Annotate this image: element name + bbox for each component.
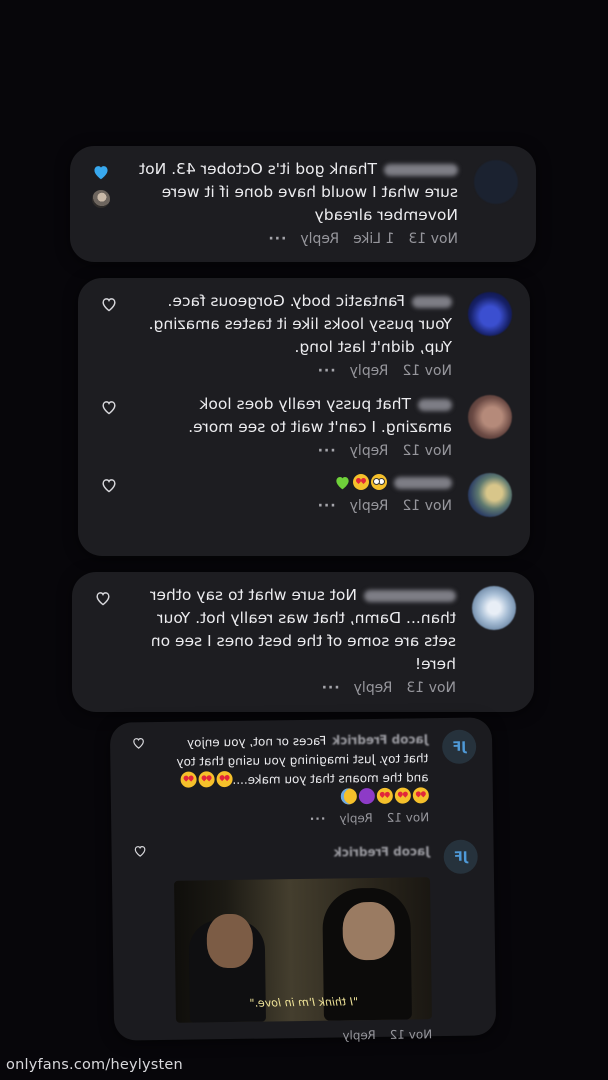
sweat-smile-emoji [340,788,357,805]
comment-date: Nov 12 [402,498,452,514]
comment: JF Jacob FredrickFaces or not, you enjoy… [126,729,477,829]
comment-text: Fantastic body. Gorgeous face. Your puss… [148,292,452,356]
comment-card: Thank god it's October 43. Not sure what… [70,146,536,262]
comment-text: That pussy really does look amazing. I c… [188,395,452,436]
heart-outline-icon[interactable] [100,296,118,312]
screen: Thank god it's October 43. Not sure what… [0,0,608,1080]
comment-text [132,471,452,494]
comment: Nov 12 Reply ··· [96,471,512,517]
avatar[interactable] [468,395,512,439]
more-options-icon[interactable]: ··· [317,443,336,459]
comment: Fantastic body. Gorgeous face. Your puss… [96,290,512,379]
more-options-icon[interactable]: ··· [321,680,340,696]
green-heart-emoji [336,477,349,490]
flushed-emoji [371,474,387,490]
smiling-devil-emoji [358,787,375,805]
reply-button[interactable]: Reply [354,680,393,696]
more-options-icon[interactable]: ··· [317,498,336,514]
comment-username[interactable]: Jacob Fredrick [332,732,428,747]
comment-meta: Nov 12 Reply ··· [132,363,452,379]
heart-filled-icon[interactable] [92,164,110,180]
reply-button[interactable]: Reply [350,498,389,514]
comment: That pussy really does look amazing. I c… [96,393,512,459]
watermark-url: onlyfans.com/heylysten [6,1057,183,1073]
comment-date: Nov 12 [386,810,430,825]
heart-eyes-emoji [394,787,411,804]
reply-thread-card: JF Jacob FredrickFaces or not, you enjoy… [109,717,497,1042]
comment-date: Nov 13 [408,231,458,247]
comment-card: Fantastic body. Gorgeous face. Your puss… [78,278,530,556]
comment-card: Not sure what to say other than... Damn,… [72,572,534,712]
comment-meta: Nov 12 Reply ··· [163,810,430,828]
comment-date: Nov 12 [402,443,452,459]
username-blurred[interactable] [364,589,456,602]
comment-username[interactable]: Jacob Fredrick [163,840,430,867]
avatar[interactable] [474,160,518,204]
more-options-icon[interactable]: ··· [309,812,326,826]
heart-outline-icon[interactable] [100,399,118,415]
avatar[interactable] [468,473,512,517]
reply-button[interactable]: Reply [300,231,339,247]
comment-meta: Nov 13 Reply ··· [126,680,456,696]
heart-outline-icon[interactable] [133,844,148,857]
username-blurred[interactable] [418,398,452,411]
heart-outline-icon[interactable] [131,736,146,749]
like-count[interactable]: 1 Like [353,231,394,247]
heart-outline-icon[interactable] [100,477,118,493]
comment: Thank god it's October 43. Not sure what… [88,158,518,247]
avatar[interactable]: JF [441,729,477,765]
reply-button[interactable]: Reply [339,811,372,825]
comment: JF Jacob Fredrick "I think I'm in love."… [128,839,481,1046]
username-blurred[interactable] [394,476,452,489]
username-blurred[interactable] [384,163,458,176]
reply-button[interactable]: Reply [350,443,389,459]
creator-liked-avatar [92,190,110,208]
comment-text: Not sure what to say other than... Damn,… [150,586,456,673]
heart-eyes-emoji [198,771,215,788]
avatar[interactable]: JF [443,839,478,875]
reply-button[interactable]: Reply [350,363,389,379]
comment-meta: Nov 13 1 Like Reply ··· [124,231,458,247]
avatar[interactable] [468,292,512,336]
more-options-icon[interactable]: ··· [317,363,336,379]
username-blurred[interactable] [412,295,452,308]
reply-button[interactable]: Reply [342,1028,375,1042]
more-options-icon[interactable]: ··· [267,231,286,247]
comment-date: Nov 12 [402,363,452,379]
heart-eyes-emoji [216,770,233,788]
heart-eyes-emoji [412,787,429,804]
comment-date: Nov 12 [389,1027,433,1042]
comment-meta: Nov 12 Reply ··· [132,443,452,459]
comment-meta: Nov 12 Reply [166,1027,432,1045]
heart-outline-icon[interactable] [94,590,112,606]
comment-meta: Nov 12 Reply ··· [132,498,452,514]
comment-text: Jacob FredrickFaces or not, you enjoy th… [162,730,429,810]
comment: Not sure what to say other than... Damn,… [90,584,516,696]
heart-eyes-emoji [376,787,393,804]
avatar[interactable] [472,586,516,630]
heart-eyes-emoji [180,771,197,788]
heart-eyes-emoji [353,474,369,490]
comment-date: Nov 13 [406,680,456,696]
gif-attachment[interactable]: "I think I'm in love." [174,877,432,1023]
comment-text: Thank god it's October 43. Not sure what… [139,160,458,224]
